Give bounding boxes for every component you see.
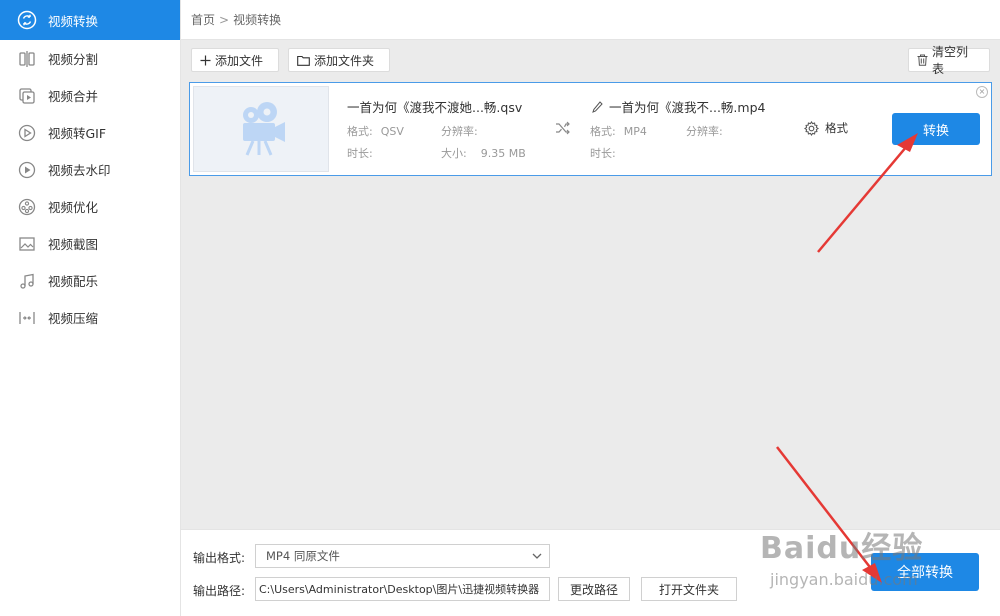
output-format-label: 输出格式: <box>193 551 246 565</box>
source-format-value: QSV <box>380 125 404 138</box>
add-file-button[interactable]: 添加文件 <box>191 48 279 72</box>
remove-file-button[interactable]: × <box>976 86 988 98</box>
target-resolution-label: 分辨率: <box>686 125 723 138</box>
target-format-value: MP4 <box>623 125 647 138</box>
baidu-watermark: Baidu经验 <box>760 531 924 566</box>
target-duration-label: 时长: <box>590 147 616 160</box>
target-resolution: 分辨率: <box>686 123 731 139</box>
sidebar-item-label: 视频压缩 <box>48 311 99 326</box>
gear-icon <box>804 120 819 136</box>
source-size-label: 大小: <box>441 147 467 160</box>
chevron-down-icon <box>531 550 543 565</box>
music-icon <box>16 270 38 292</box>
sidebar-item-label: 视频转换 <box>48 13 99 29</box>
add-folder-label: 添加文件夹 <box>314 53 375 68</box>
baidu-watermark-url: jingyan.baidu.com <box>770 570 918 589</box>
format-settings-label: 格式 <box>825 121 848 135</box>
source-format-label: 格式: <box>347 125 373 138</box>
target-file-name-text: 一首为何《渡我不...畅.mp4 <box>609 100 766 115</box>
output-path-value: C:\Users\Administrator\Desktop\图片\迅捷视频转换… <box>259 583 540 596</box>
sidebar-item-video-compress[interactable]: 视频压缩 <box>0 299 180 336</box>
merge-icon <box>16 85 38 107</box>
sidebar-item-video-merge[interactable]: 视频合并 <box>0 77 180 114</box>
format-settings-button[interactable]: 格式 <box>804 120 848 136</box>
sidebar-item-video-convert[interactable]: 视频转换 <box>0 0 180 40</box>
source-duration-label: 时长: <box>347 147 373 160</box>
clear-list-label: 清空列表 <box>932 45 969 76</box>
sidebar-item-video-music[interactable]: 视频配乐 <box>0 262 180 299</box>
pencil-icon <box>592 100 603 113</box>
output-format-select[interactable]: MP4 同原文件 <box>255 544 550 568</box>
sidebar-item-label: 视频转GIF <box>48 126 107 141</box>
plus-icon <box>200 55 211 66</box>
sidebar-item-label: 视频截图 <box>48 237 99 252</box>
folder-icon <box>297 55 310 66</box>
breadcrumb-separator: > <box>219 12 230 27</box>
sidebar-item-video-split[interactable]: 视频分割 <box>0 40 180 77</box>
breadcrumb-current: 视频转换 <box>233 13 282 27</box>
source-duration: 时长: <box>347 145 381 161</box>
sidebar-item-label: 视频分割 <box>48 52 99 67</box>
target-format-label: 格式: <box>590 125 616 138</box>
video-camera-icon <box>243 102 285 156</box>
source-size: 大小: 9.35 MB <box>441 145 526 161</box>
trash-icon <box>917 54 928 66</box>
breadcrumb: 首页 > 视频转换 <box>181 0 1000 40</box>
target-file-name[interactable]: 一首为何《渡我不...畅.mp4 <box>592 97 765 116</box>
convert-button[interactable]: 转换 <box>892 113 980 145</box>
source-format: 格式: QSV <box>347 123 404 139</box>
shuffle-icon <box>555 121 571 138</box>
add-file-label: 添加文件 <box>215 53 264 68</box>
sidebar-item-label: 视频去水印 <box>48 163 111 178</box>
change-path-button[interactable]: 更改路径 <box>558 577 630 601</box>
toolbar: 添加文件 添加文件夹 清空列表 <box>191 45 990 76</box>
sidebar-item-video-optimize[interactable]: 视频优化 <box>0 188 180 225</box>
sidebar-item-label: 视频优化 <box>48 200 99 215</box>
output-format-value: MP4 同原文件 <box>266 549 340 563</box>
optimize-icon <box>16 196 38 218</box>
clear-list-button[interactable]: 清空列表 <box>908 45 990 76</box>
breadcrumb-home[interactable]: 首页 <box>191 11 215 28</box>
target-duration: 时长: <box>590 145 624 161</box>
split-icon <box>16 48 38 70</box>
open-folder-button[interactable]: 打开文件夹 <box>641 577 737 601</box>
source-resolution-label: 分辨率: <box>441 125 478 138</box>
sidebar-item-remove-watermark[interactable]: 视频去水印 <box>0 151 180 188</box>
sidebar-item-video-gif[interactable]: 视频转GIF <box>0 114 180 151</box>
sidebar-item-label: 视频合并 <box>48 89 99 104</box>
video-thumbnail <box>193 86 329 172</box>
sidebar-item-video-screenshot[interactable]: 视频截图 <box>0 225 180 262</box>
remove-watermark-icon <box>16 159 38 181</box>
file-card[interactable]: 一首为何《渡我不渡她...畅.qsv 格式: QSV 分辨率: 时长: 大小: 9.… <box>189 82 992 176</box>
target-format: 格式: MP4 <box>590 123 647 139</box>
sidebar: 视频转换 视频分割 视频合并 视频转GIF 视频去水印 视频优化 视频截图 视频… <box>0 0 181 616</box>
sidebar-item-label: 视频配乐 <box>48 274 99 289</box>
sidebar-nav: 视频转换 视频分割 视频合并 视频转GIF 视频去水印 视频优化 视频截图 视频… <box>0 0 180 336</box>
output-path-label: 输出路径: <box>193 584 246 598</box>
output-path-field[interactable]: C:\Users\Administrator\Desktop\图片\迅捷视频转换… <box>255 577 550 601</box>
screenshot-icon <box>16 233 38 255</box>
add-folder-button[interactable]: 添加文件夹 <box>288 48 390 72</box>
source-size-value: 9.35 MB <box>480 147 526 160</box>
gif-icon <box>16 122 38 144</box>
compress-icon <box>16 307 38 329</box>
source-resolution: 分辨率: <box>441 123 486 139</box>
convert-icon <box>16 9 38 31</box>
source-file-name: 一首为何《渡我不渡她...畅.qsv <box>347 100 523 115</box>
